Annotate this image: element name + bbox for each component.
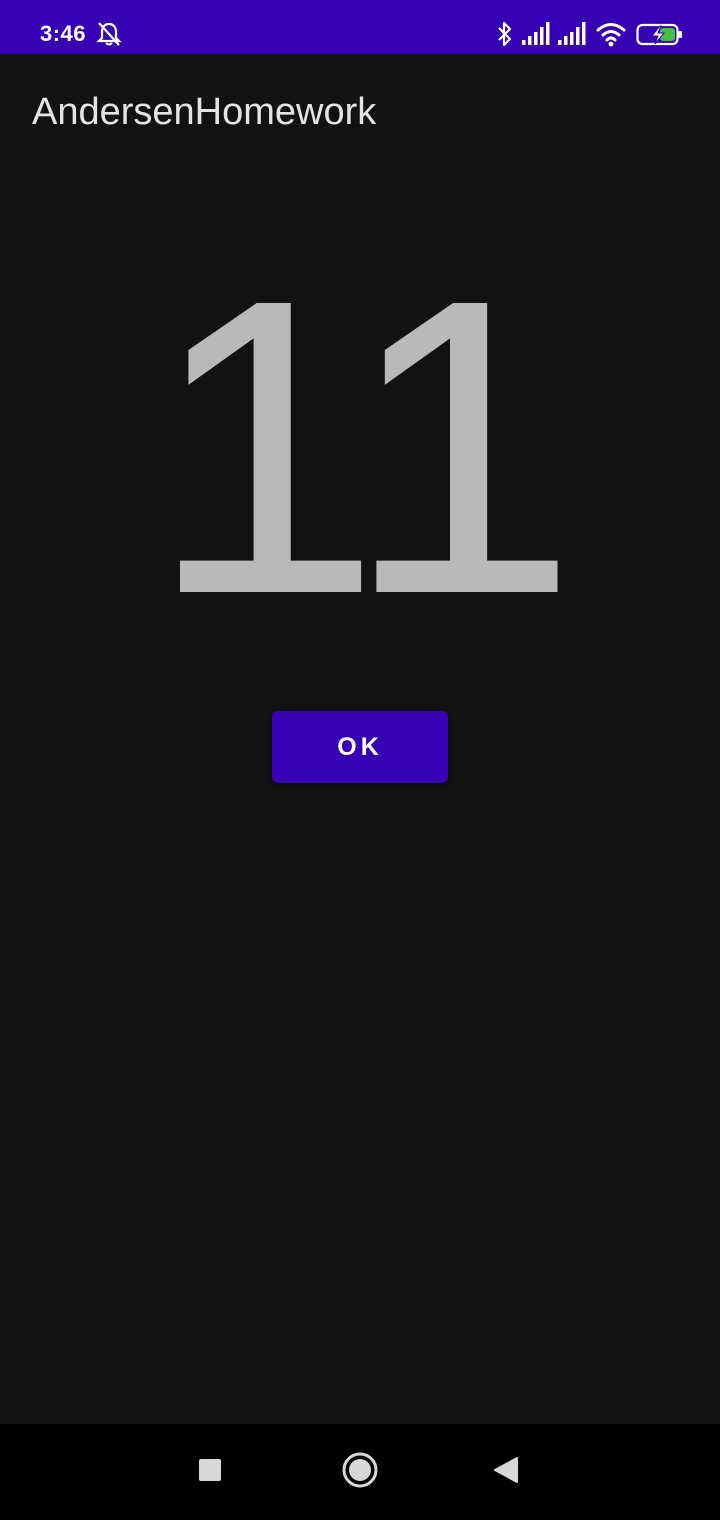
bluetooth-icon xyxy=(496,20,514,50)
signal-icon xyxy=(557,20,587,50)
alarm-off-icon xyxy=(96,20,122,50)
counter-value: 11 xyxy=(148,213,578,682)
signal-icon xyxy=(521,20,551,50)
battery-charging-icon xyxy=(636,20,684,50)
ok-button-label: OK xyxy=(337,732,383,761)
ok-button[interactable]: OK xyxy=(272,711,448,783)
home-button[interactable] xyxy=(336,1448,384,1496)
recents-square-icon xyxy=(198,1458,222,1487)
back-button[interactable] xyxy=(482,1448,530,1496)
status-time: 3:46 xyxy=(40,21,87,46)
app-bar: AndersenHomework xyxy=(0,54,720,172)
status-bar: 3:46 xyxy=(0,0,720,54)
app-screen: 3:46 AndersenHomework 11 OK xyxy=(0,0,720,1520)
navigation-bar xyxy=(0,1424,720,1520)
back-triangle-icon xyxy=(493,1456,519,1489)
wifi-icon xyxy=(596,20,626,50)
recents-button[interactable] xyxy=(186,1448,234,1496)
home-circle-icon xyxy=(341,1451,379,1494)
app-title: AndersenHomework xyxy=(32,91,377,133)
